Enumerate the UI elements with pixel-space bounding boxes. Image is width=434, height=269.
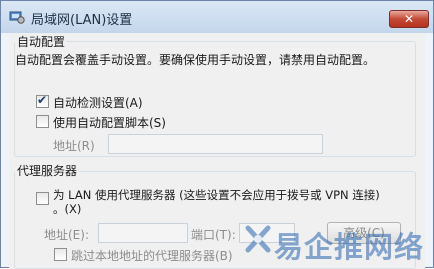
close-button[interactable]: ✕: [389, 10, 429, 28]
proxy-port-label: 端口(T):: [191, 228, 236, 242]
title-bar[interactable]: 局域网(LAN)设置 ✕: [1, 1, 433, 33]
bypass-local-label[interactable]: 跳过本地地址的代理服务器(B): [71, 247, 233, 264]
script-address-input[interactable]: [108, 134, 323, 154]
proxy-address-input[interactable]: [98, 223, 188, 243]
use-proxy-label-shortcut[interactable]: 。(X): [53, 201, 81, 217]
watermark: 易企推网络: [244, 222, 434, 264]
proxy-legend: 代理服务器: [15, 162, 80, 179]
auto-config-legend: 自动配置: [15, 33, 68, 50]
use-auto-script-label[interactable]: 使用自动配置脚本(S): [53, 114, 166, 131]
auto-detect-checkbox[interactable]: ✔: [36, 93, 49, 108]
auto-detect-label[interactable]: 自动检测设置(A): [53, 94, 143, 111]
checkmark-icon: ✔: [37, 93, 48, 107]
proxy-address-label: 地址(E):: [44, 228, 89, 242]
use-proxy-checkbox[interactable]: [36, 192, 49, 205]
network-settings-icon: [9, 11, 25, 24]
use-auto-script-checkbox[interactable]: [36, 115, 49, 128]
use-proxy-label[interactable]: 为 LAN 使用代理服务器 (这些设置不会应用于拨号或 VPN 连接): [53, 187, 380, 203]
auto-config-description: 自动配置会覆盖手动设置。要确保使用手动设置，请禁用自动配置。: [15, 53, 376, 67]
script-address-label: 地址(R): [53, 139, 95, 153]
watermark-logo-icon: [245, 225, 271, 253]
watermark-text: 易企推网络: [274, 230, 425, 264]
close-icon: ✕: [403, 12, 415, 26]
window-title: 局域网(LAN)设置: [31, 13, 133, 28]
bypass-local-checkbox[interactable]: [54, 248, 67, 261]
